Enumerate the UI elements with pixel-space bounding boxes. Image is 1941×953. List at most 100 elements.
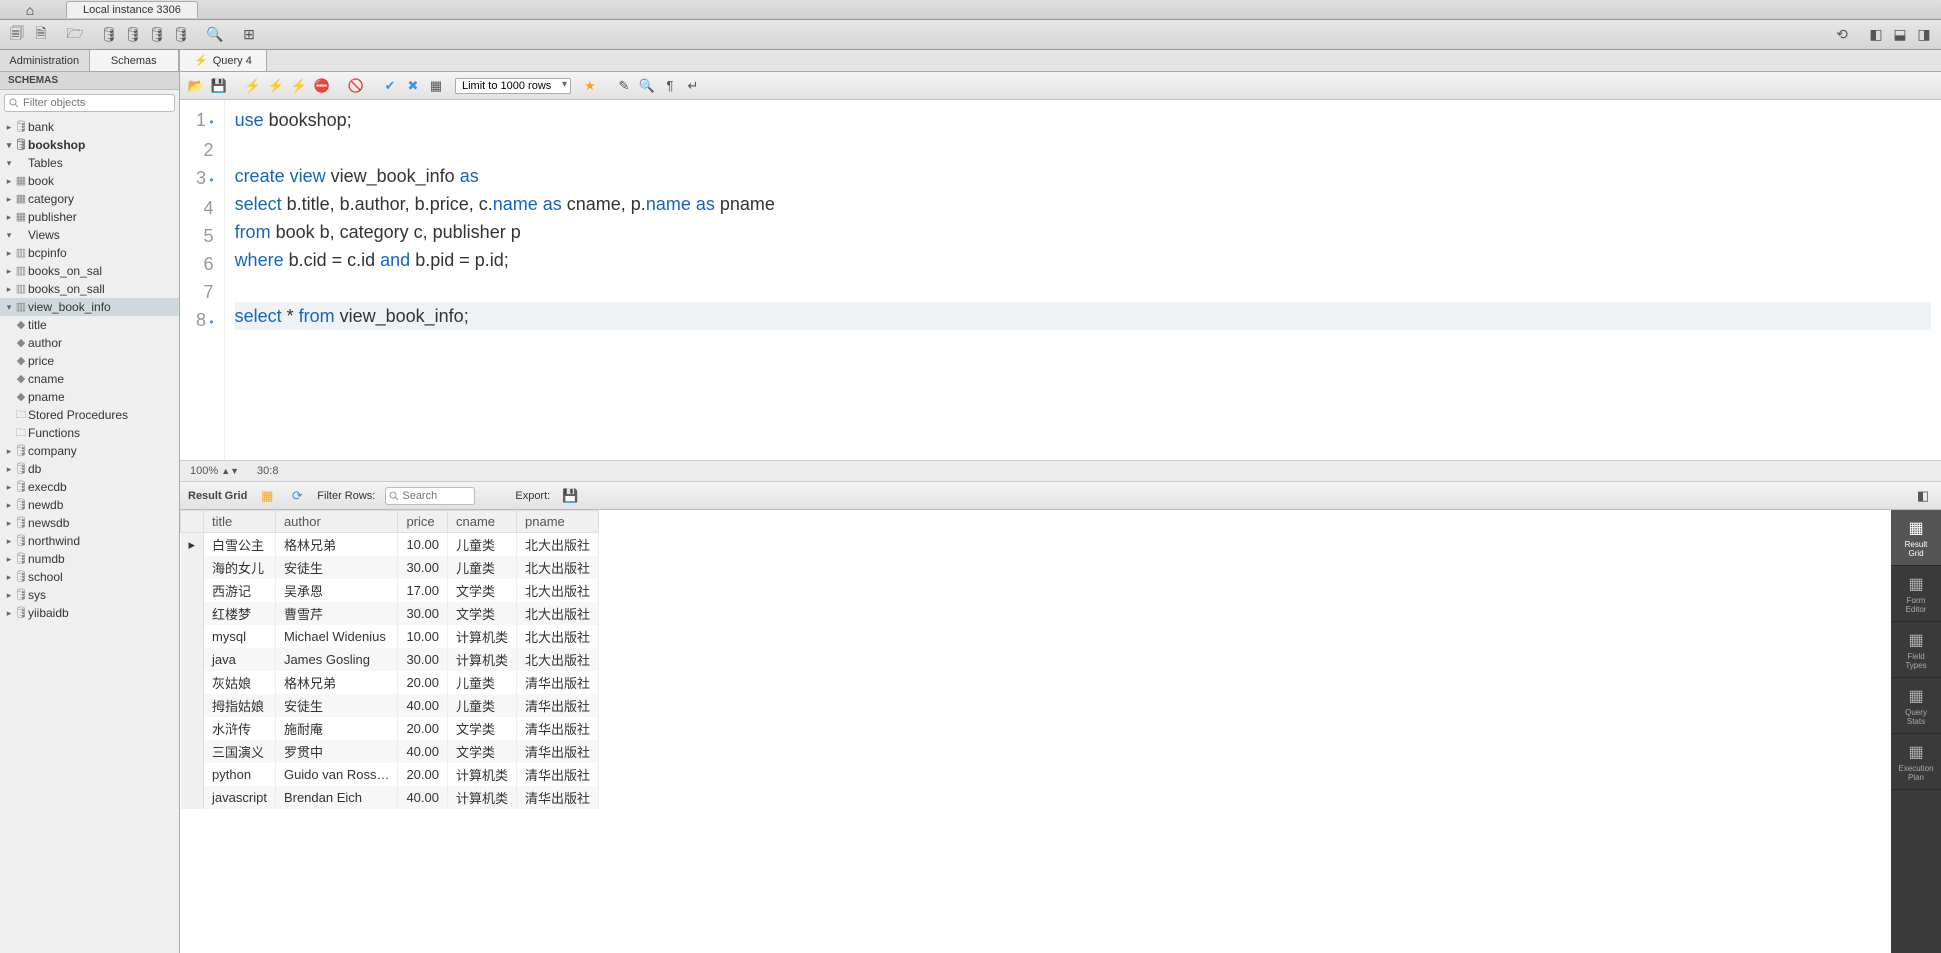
tab-administration[interactable]: Administration (0, 50, 90, 71)
tree-node[interactable]: ▸🛢db (0, 460, 179, 478)
table-row[interactable]: mysqlMichael Widenius10.00计算机类北大出版社 (181, 625, 599, 648)
tree-node[interactable]: 🗀Functions (0, 424, 179, 442)
tree-node[interactable]: ▸▥books_on_sall (0, 280, 179, 298)
save-icon[interactable]: 💾 (209, 76, 229, 96)
filter-rows-input[interactable] (385, 487, 475, 505)
stop-icon[interactable]: ⛔ (312, 76, 332, 96)
tree-node[interactable]: ▸▥bcpinfo (0, 244, 179, 262)
tree-node[interactable]: ▸▦book (0, 172, 179, 190)
tree-node[interactable]: 🗀Stored Procedures (0, 406, 179, 424)
export-icon[interactable]: 💾 (560, 486, 580, 506)
query-toolbar: 📂 💾 ⚡ ⚡ ⚡ ⛔ 🚫 ✔ ✖ ▦ Limit to 1000 rows ★… (180, 72, 1941, 100)
tree-node[interactable]: ◆author (0, 334, 179, 352)
table-row[interactable]: 三国演义罗贯中40.00文学类清华出版社 (181, 740, 599, 763)
toggle-panel-icon[interactable]: ◧ (1913, 486, 1933, 506)
invisible-icon[interactable]: ¶ (660, 76, 680, 96)
db-migrate-icon[interactable]: 🛢 (170, 24, 192, 46)
dashboard-icon[interactable]: ⊞ (238, 24, 260, 46)
panel-bottom-icon[interactable]: ⬓ (1889, 24, 1911, 46)
view-mode-form-editor[interactable]: ▦FormEditor (1891, 566, 1941, 622)
tree-node[interactable]: ▸🛢sys (0, 586, 179, 604)
schema-sidebar: SCHEMAS ▸🛢bank▾🛢bookshop▾Tables▸▦book▸▦c… (0, 72, 180, 953)
new-model-icon[interactable]: 🗎 (30, 24, 52, 46)
tree-node[interactable]: ◆pname (0, 388, 179, 406)
open-icon[interactable]: 🗁 (64, 24, 86, 46)
find-icon[interactable]: 🔍 (637, 76, 657, 96)
tree-node[interactable]: ▸▦category (0, 190, 179, 208)
refresh-result-icon[interactable]: ⟳ (287, 486, 307, 506)
tree-node[interactable]: ▾Tables (0, 154, 179, 172)
tree-node[interactable]: ▸🛢yiibaidb (0, 604, 179, 622)
view-mode-query-stats[interactable]: ▦QueryStats (1891, 678, 1941, 734)
column-header[interactable]: title (204, 511, 276, 533)
table-row[interactable]: 红楼梦曹雪芹30.00文学类北大出版社 (181, 602, 599, 625)
table-row[interactable]: ▸白雪公主格林兄弟10.00儿童类北大出版社 (181, 533, 599, 557)
rollback-icon[interactable]: ✖ (403, 76, 423, 96)
db-sync-icon[interactable]: 🛢 (146, 24, 168, 46)
refresh-icon[interactable]: ⟲ (1831, 24, 1853, 46)
panel-right-icon[interactable]: ◨ (1913, 24, 1935, 46)
tree-node[interactable]: ▸🛢company (0, 442, 179, 460)
tree-node[interactable]: ▸▦publisher (0, 208, 179, 226)
main-panel: 📂 💾 ⚡ ⚡ ⚡ ⛔ 🚫 ✔ ✖ ▦ Limit to 1000 rows ★… (180, 72, 1941, 953)
view-mode-field-types[interactable]: ▦FieldTypes (1891, 622, 1941, 678)
table-row[interactable]: 海的女儿安徒生30.00儿童类北大出版社 (181, 556, 599, 579)
table-row[interactable]: 西游记吴承恩17.00文学类北大出版社 (181, 579, 599, 602)
query-tab[interactable]: ⚡ Query 4 (180, 50, 267, 71)
beautify-icon[interactable]: ✎ (614, 76, 634, 96)
tree-node[interactable]: ▸🛢newdb (0, 496, 179, 514)
table-row[interactable]: 灰姑娘格林兄弟20.00儿童类清华出版社 (181, 671, 599, 694)
sql-editor[interactable]: 12345678 use bookshop; create view view_… (180, 100, 1941, 460)
open-file-icon[interactable]: 📂 (186, 76, 206, 96)
view-mode-execution-plan[interactable]: ▦ExecutionPlan (1891, 734, 1941, 790)
grid-view-icon[interactable]: ▦ (257, 486, 277, 506)
explain-icon[interactable]: ⚡ (289, 76, 309, 96)
view-mode-result-grid[interactable]: ▦ResultGrid (1891, 510, 1941, 566)
cancel-icon[interactable]: 🚫 (346, 76, 366, 96)
panel-left-icon[interactable]: ◧ (1865, 24, 1887, 46)
table-row[interactable]: pythonGuido van Ross…20.00计算机类清华出版社 (181, 763, 599, 786)
wrap-icon[interactable]: ↵ (683, 76, 703, 96)
tree-node[interactable]: ▸▥books_on_sal (0, 262, 179, 280)
connection-tab[interactable]: Local instance 3306 (66, 1, 198, 18)
tree-node[interactable]: ▸🛢newsdb (0, 514, 179, 532)
filter-objects-input[interactable] (4, 94, 175, 112)
tree-node[interactable]: ▸🛢bank (0, 118, 179, 136)
table-row[interactable]: javaJames Gosling30.00计算机类北大出版社 (181, 648, 599, 671)
tree-node[interactable]: ◆price (0, 352, 179, 370)
commit-icon[interactable]: ✔ (380, 76, 400, 96)
tab-schemas[interactable]: Schemas (90, 50, 180, 71)
db-tool-icon[interactable]: 🛢 (122, 24, 144, 46)
zoom-level[interactable]: 100% ▲▼ (190, 465, 239, 477)
main-toolbar: 🗐 🗎 🗁 🛢 🛢 🛢 🛢 🔍 ⊞ ⟲ ◧ ⬓ ◨ (0, 20, 1941, 50)
column-header[interactable]: pname (517, 511, 599, 533)
export-label: Export: (515, 490, 550, 502)
db-add-icon[interactable]: 🛢 (98, 24, 120, 46)
home-icon[interactable]: ⌂ (0, 2, 60, 18)
tree-node[interactable]: ▸🛢school (0, 568, 179, 586)
tree-node[interactable]: ▾▥view_book_info (0, 298, 179, 316)
autocommit-icon[interactable]: ▦ (426, 76, 446, 96)
tree-node[interactable]: ▾🛢bookshop (0, 136, 179, 154)
tree-node[interactable]: ▾Views (0, 226, 179, 244)
tree-node[interactable]: ▸🛢numdb (0, 550, 179, 568)
tree-node[interactable]: ▸🛢execdb (0, 478, 179, 496)
tree-node[interactable]: ▸🛢northwind (0, 532, 179, 550)
tree-node[interactable]: ◆title (0, 316, 179, 334)
table-row[interactable]: 水浒传施耐庵20.00文学类清华出版社 (181, 717, 599, 740)
result-grid[interactable]: titleauthorpricecnamepname▸白雪公主格林兄弟10.00… (180, 510, 1891, 953)
column-header[interactable]: cname (448, 511, 517, 533)
new-sql-icon[interactable]: 🗐 (6, 24, 28, 46)
column-header[interactable]: author (275, 511, 398, 533)
table-row[interactable]: 拇指姑娘安徒生40.00儿童类清华出版社 (181, 694, 599, 717)
schema-tree[interactable]: ▸🛢bank▾🛢bookshop▾Tables▸▦book▸▦category▸… (0, 116, 179, 953)
tree-node[interactable]: ◆cname (0, 370, 179, 388)
search-db-icon[interactable]: 🔍 (204, 24, 226, 46)
favorite-icon[interactable]: ★ (580, 76, 600, 96)
execute-all-icon[interactable]: ⚡ (243, 76, 263, 96)
result-grid-label: Result Grid (188, 490, 247, 502)
column-header[interactable]: price (398, 511, 448, 533)
limit-rows-select[interactable]: Limit to 1000 rows (455, 78, 571, 94)
execute-cursor-icon[interactable]: ⚡ (266, 76, 286, 96)
table-row[interactable]: javascriptBrendan Eich40.00计算机类清华出版社 (181, 786, 599, 809)
